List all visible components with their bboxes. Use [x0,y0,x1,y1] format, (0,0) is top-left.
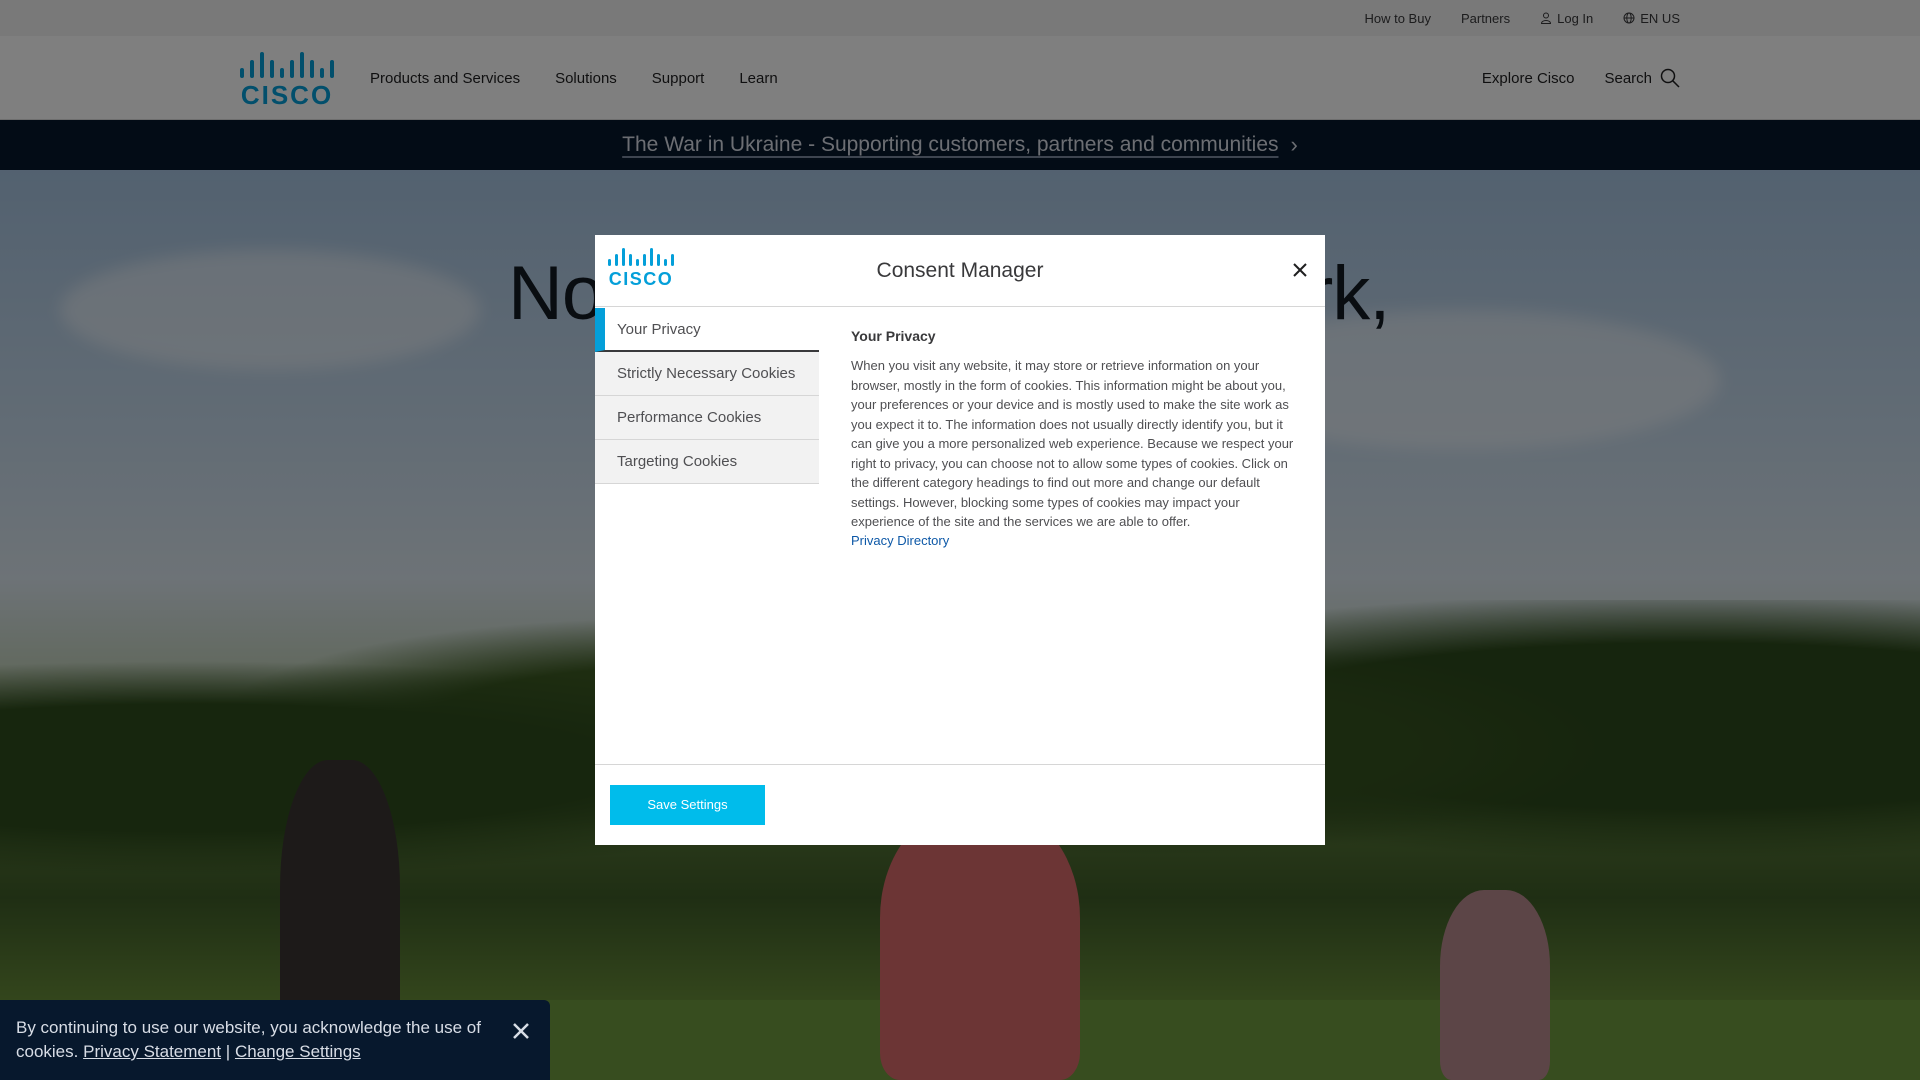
content-body: When you visit any website, it may store… [851,358,1294,529]
privacy-directory-link[interactable]: Privacy Directory [851,533,949,548]
tab-targeting-cookies[interactable]: Targeting Cookies [595,440,819,484]
close-icon[interactable] [510,1020,532,1042]
modal-title: Consent Manager [876,259,1044,282]
cookie-banner-text: By continuing to use our website, you ac… [16,1016,496,1064]
change-settings-link[interactable]: Change Settings [235,1042,361,1061]
consent-tab-list: Your Privacy Strictly Necessary Cookies … [595,308,819,484]
privacy-statement-link[interactable]: Privacy Statement [83,1042,221,1061]
cookie-banner-separator: | [225,1042,231,1061]
tab-content-panel: Your Privacy When you visit any website,… [851,328,1306,550]
cookie-banner: By continuing to use our website, you ac… [0,1000,550,1080]
save-settings-button[interactable]: Save Settings [610,785,765,825]
tab-your-privacy[interactable]: Your Privacy [595,308,819,352]
tab-strictly-necessary-cookies[interactable]: Strictly Necessary Cookies [595,352,819,396]
modal-header: CISCO Consent Manager [595,235,1325,307]
content-title: Your Privacy [851,328,936,344]
modal-footer: Save Settings [595,764,1325,845]
close-icon[interactable] [1289,259,1311,281]
consent-manager-dialog: CISCO Consent Manager Your Privacy Stric… [595,235,1325,845]
tab-performance-cookies[interactable]: Performance Cookies [595,396,819,440]
